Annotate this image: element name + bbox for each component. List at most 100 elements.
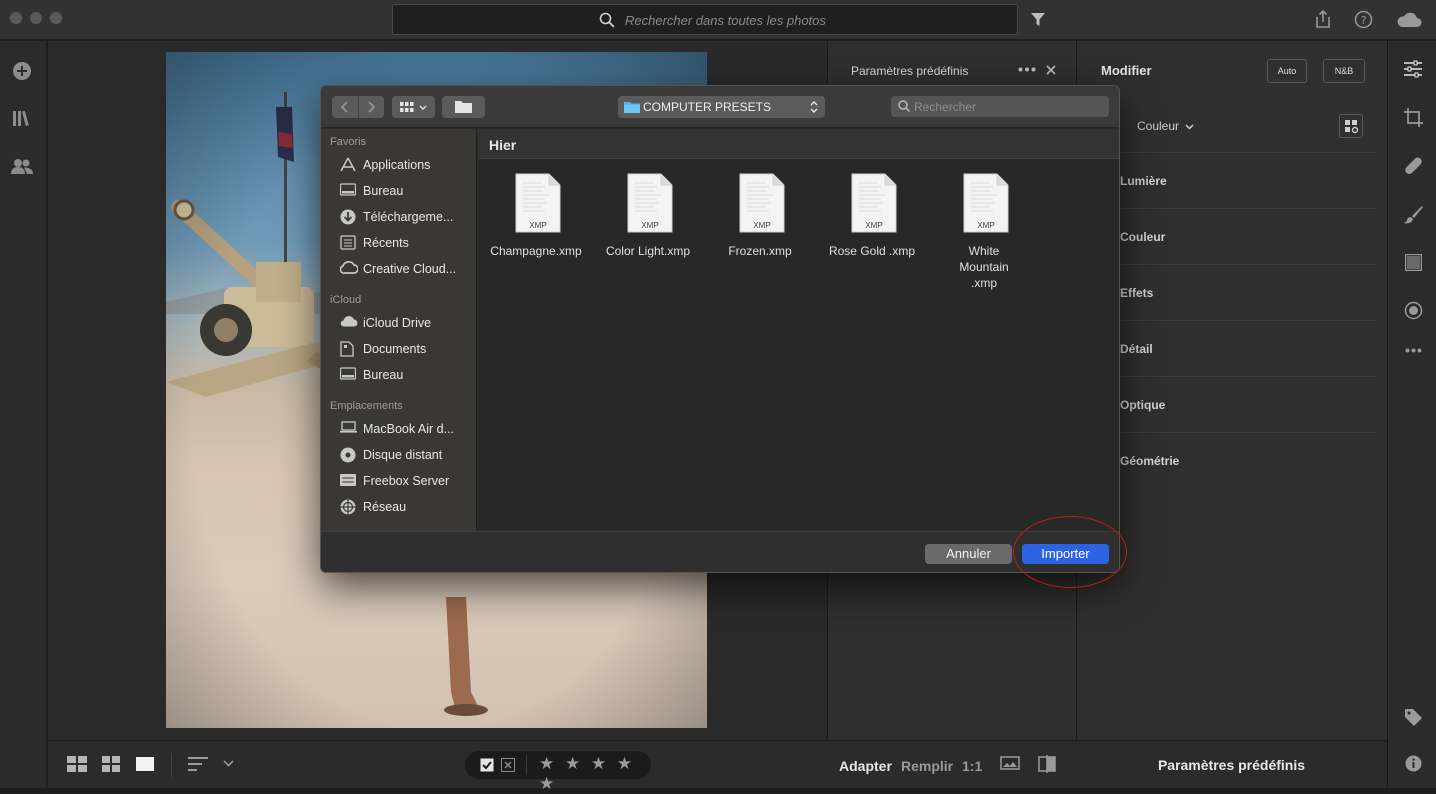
edit-tools-rail: [1387, 41, 1436, 788]
sidebar-heading-icloud: iCloud: [330, 294, 362, 306]
auto-button[interactable]: Auto: [1267, 59, 1307, 83]
more-options-icon[interactable]: [1018, 67, 1036, 72]
profile-browser-icon[interactable]: [1339, 114, 1363, 138]
presets-panel-title: Paramètres prédéfinis: [851, 64, 969, 78]
xmp-badge: XMP: [529, 221, 547, 230]
sidebar-item-downloads[interactable]: Téléchargeme...: [321, 205, 477, 229]
search-photos-field[interactable]: Rechercher dans toutes les photos: [392, 4, 1018, 35]
cancel-button[interactable]: Annuler: [925, 544, 1012, 564]
forward-chevron-icon[interactable]: [367, 101, 375, 113]
section-effects[interactable]: Effets: [1120, 286, 1153, 300]
import-button-highlight-ring: [1013, 516, 1127, 588]
back-chevron-icon[interactable]: [341, 101, 349, 113]
file-item[interactable]: XMP White Mountain .xmp: [928, 173, 1040, 290]
sidebar-item-desktop-icloud[interactable]: Bureau: [321, 363, 477, 387]
network-icon: [340, 499, 356, 515]
adjust-sliders-icon[interactable]: [1404, 60, 1422, 78]
rating-flag-bar: ★ ★ ★ ★ ★: [465, 751, 651, 793]
reject-flag-icon[interactable]: [501, 758, 515, 772]
section-color[interactable]: Couleur: [1120, 230, 1165, 244]
sidebar-item-remote-disc[interactable]: Disque distant: [321, 443, 477, 467]
help-icon[interactable]: ?: [1354, 10, 1373, 29]
sidebar-item-recents[interactable]: Récents: [321, 231, 477, 255]
before-after-icon[interactable]: [1000, 756, 1020, 772]
sidebar-item-label: Téléchargeme...: [363, 210, 454, 224]
more-tools-icon[interactable]: [1405, 348, 1422, 353]
location-label: COMPUTER PRESETS: [643, 100, 772, 114]
sidebar-item-label: iCloud Drive: [363, 316, 432, 330]
icloud-icon: [340, 315, 358, 327]
minimize-window-button[interactable]: [30, 12, 42, 24]
file-item[interactable]: XMP Champagne.xmp: [480, 173, 592, 283]
fit-zoom-button[interactable]: Adapter: [839, 758, 892, 774]
rating-divider: [526, 755, 527, 775]
sidebar-item-creative-cloud[interactable]: Creative Cloud...: [321, 257, 477, 281]
file-item[interactable]: XMP Color Light.xmp: [592, 173, 704, 283]
section-optics[interactable]: Optique: [1120, 398, 1165, 412]
view-mode-button[interactable]: [392, 96, 435, 118]
title-bar: Rechercher dans toutes les photos ?: [0, 0, 1436, 40]
sort-chevron-down-icon[interactable]: [223, 760, 234, 767]
linear-gradient-icon[interactable]: [1405, 254, 1422, 271]
sidebar-item-label: Creative Cloud...: [363, 262, 457, 276]
toolbar-divider: [171, 753, 172, 777]
sidebar-item-icloud-drive[interactable]: iCloud Drive: [321, 311, 477, 335]
add-photos-icon[interactable]: [12, 61, 32, 81]
creative-cloud-icon: [340, 261, 358, 274]
sidebar-item-label: Bureau: [363, 184, 404, 198]
sidebar-item-freebox[interactable]: Freebox Server: [321, 469, 477, 493]
cloud-sync-icon[interactable]: [1396, 10, 1422, 28]
photo-grid-icon[interactable]: [102, 756, 120, 772]
healing-icon[interactable]: [1404, 157, 1423, 176]
section-geometry[interactable]: Géométrie: [1120, 454, 1179, 468]
info-icon[interactable]: [1405, 755, 1422, 772]
library-icon[interactable]: [12, 109, 32, 127]
recents-icon: [340, 235, 356, 250]
profile-dropdown[interactable]: Couleur: [1137, 119, 1194, 133]
close-panel-icon[interactable]: [1046, 65, 1056, 75]
section-divider: [1077, 320, 1377, 321]
tag-icon[interactable]: [1404, 708, 1423, 727]
black-white-button[interactable]: N&B: [1323, 59, 1365, 83]
pick-flag-icon[interactable]: [480, 758, 494, 772]
sort-icon[interactable]: [188, 757, 208, 771]
file-name: Color Light.xmp: [605, 244, 691, 258]
edit-panel: Modifier Auto N&B Couleur Lumière Couleu…: [1076, 41, 1387, 740]
detail-view-icon[interactable]: [136, 757, 154, 771]
sidebar-item-macbook[interactable]: MacBook Air d...: [321, 417, 477, 441]
sidebar-item-documents[interactable]: Documents: [321, 337, 477, 361]
crop-icon[interactable]: [1404, 108, 1423, 127]
downloads-icon: [340, 209, 356, 225]
file-item[interactable]: XMP Frozen.xmp: [704, 173, 816, 283]
section-detail[interactable]: Détail: [1120, 342, 1153, 356]
section-divider: [1077, 376, 1377, 377]
fill-zoom-button[interactable]: Remplir: [901, 758, 953, 774]
zoom-window-button[interactable]: [50, 12, 62, 24]
new-folder-button[interactable]: [442, 96, 485, 118]
view-chevron-down-icon: [419, 105, 427, 110]
radial-gradient-icon[interactable]: [1404, 301, 1423, 320]
sidebar-item-label: MacBook Air d...: [363, 422, 455, 436]
star-rating[interactable]: ★ ★ ★ ★ ★: [539, 754, 651, 794]
presets-footer-button[interactable]: Paramètres prédéfinis: [1076, 740, 1387, 788]
file-name: Rose Gold .xmp: [828, 244, 916, 258]
sidebar-item-network[interactable]: Réseau: [321, 495, 477, 519]
sidebar-item-desktop[interactable]: Bureau: [321, 179, 477, 203]
finder-sidebar: Favoris Applications Bureau Téléchargeme…: [321, 129, 477, 531]
brush-icon[interactable]: [1404, 205, 1423, 224]
xmp-badge: XMP: [641, 221, 659, 230]
share-icon[interactable]: [1314, 9, 1332, 29]
desktop-icon: [340, 183, 356, 197]
file-item[interactable]: XMP Rose Gold .xmp: [816, 173, 928, 283]
location-popup[interactable]: COMPUTER PRESETS: [618, 96, 825, 118]
section-divider: [1077, 432, 1377, 433]
filter-icon[interactable]: [1030, 12, 1046, 27]
section-light[interactable]: Lumière: [1120, 174, 1167, 188]
close-window-button[interactable]: [10, 12, 22, 24]
dialog-search-field[interactable]: Rechercher: [891, 96, 1109, 117]
one-to-one-zoom-button[interactable]: 1:1: [962, 758, 982, 774]
square-grid-icon[interactable]: [67, 756, 87, 772]
sidebar-item-applications[interactable]: Applications: [321, 153, 477, 177]
people-icon[interactable]: [11, 158, 33, 174]
compare-split-icon[interactable]: [1038, 755, 1056, 773]
